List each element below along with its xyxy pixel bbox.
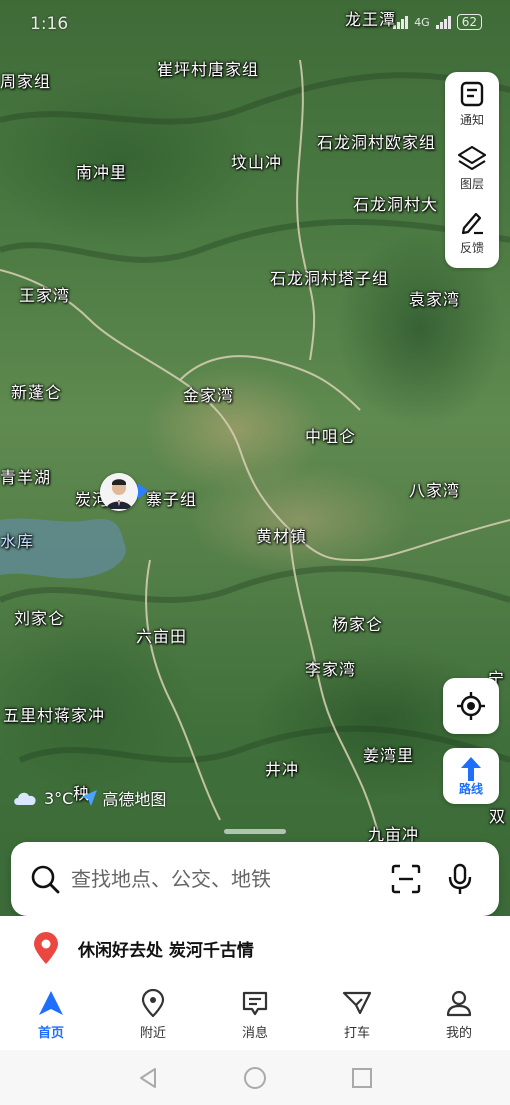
notify-label: 通知 (459, 113, 484, 127)
map-label[interactable]: 中咀仑 (305, 423, 356, 447)
map-view[interactable]: 1:16 4G 62 龙王潭 周家组 崔坪村唐家组 南冲里 坟山冲 石龙洞村欧家… (0, 0, 510, 930)
nav-messages-label: 消息 (241, 1026, 268, 1041)
nav-taxi[interactable]: 打车 (306, 980, 408, 1050)
nav-mine[interactable]: 我的 (408, 980, 510, 1050)
map-label[interactable]: 八家湾 (409, 477, 460, 501)
layers-icon (457, 145, 487, 171)
amap-logo: 高德地图 (79, 786, 166, 810)
map-label[interactable]: 石龙洞村塔子组 (270, 265, 389, 289)
weather-widget[interactable]: 3°C 高德地图 (12, 786, 166, 810)
feedback-label: 反馈 (459, 241, 484, 255)
map-label[interactable]: 黄材镇 (256, 523, 307, 547)
nav-home-label: 首页 (37, 1026, 64, 1041)
user-avatar-marker[interactable] (100, 473, 138, 511)
map-label[interactable]: 王家湾 (19, 282, 70, 306)
map-label[interactable]: 六亩田 (136, 623, 187, 647)
network-type: 4G (414, 15, 430, 29)
amap-logo-icon (81, 790, 98, 806)
home-circle-icon[interactable] (243, 1066, 267, 1090)
locate-icon (457, 692, 485, 720)
avatar-image (100, 473, 138, 511)
bottom-navigation: 首页 附近 消息 打车 我的 (0, 980, 510, 1050)
map-label[interactable]: 杨家仑 (332, 611, 383, 635)
signal-icon-2 (435, 15, 451, 29)
layers-label: 图层 (459, 177, 484, 191)
message-icon (242, 991, 268, 1016)
battery-icon: 62 (456, 14, 482, 30)
nav-nearby-label: 附近 (139, 1026, 166, 1041)
map-label[interactable]: 井冲 (265, 756, 299, 780)
map-label[interactable]: 青羊湖 (0, 464, 51, 488)
map-label[interactable]: 五里村蒋家冲 (3, 702, 105, 726)
direction-arrow-icon (138, 483, 148, 499)
system-navigation-bar (0, 1050, 510, 1105)
map-label[interactable]: 石龙洞村欧家组 (317, 129, 436, 153)
cloud-icon (14, 792, 36, 805)
map-label[interactable]: 坟山冲 (231, 149, 282, 173)
back-icon[interactable] (137, 1066, 159, 1090)
map-label[interactable]: 南冲里 (76, 159, 127, 183)
nav-messages[interactable]: 消息 (204, 980, 306, 1050)
recents-icon[interactable] (351, 1067, 373, 1089)
map-tool-panel: 通知 图层 反馈 (445, 72, 499, 268)
map-label[interactable]: 李家湾 (305, 656, 356, 680)
layers-button[interactable]: 图层 (445, 136, 499, 200)
nav-nearby[interactable]: 附近 (102, 980, 204, 1050)
map-label[interactable]: 双 (489, 803, 506, 827)
recommendation-text: 休闲好去处 炭河千古情 (78, 940, 254, 961)
map-label[interactable]: 水库 (0, 528, 34, 552)
location-pin-icon (34, 932, 58, 964)
map-label[interactable]: 金家湾 (183, 382, 234, 406)
map-label[interactable]: 石龙洞村大 (353, 191, 438, 215)
nearby-pin-icon (141, 989, 165, 1017)
map-label[interactable]: 刘家仑 (14, 605, 65, 629)
map-label[interactable]: 姜湾里 (363, 742, 414, 766)
nav-taxi-label: 打车 (343, 1026, 370, 1041)
status-indicators: 4G 62 (393, 14, 482, 30)
route-button[interactable]: 路线 (443, 748, 499, 804)
feedback-button[interactable]: 反馈 (445, 200, 499, 264)
map-label[interactable]: 崔坪村唐家组 (157, 56, 259, 80)
route-label: 路线 (458, 781, 483, 796)
temperature: 3°C (44, 788, 74, 808)
map-label[interactable]: 寨子组 (146, 486, 197, 510)
map-label[interactable]: 袁家湾 (409, 286, 460, 310)
nav-home[interactable]: 首页 (0, 980, 102, 1050)
taxi-icon (342, 991, 372, 1015)
nav-mine-label: 我的 (445, 1026, 472, 1041)
map-label[interactable]: 周家组 (0, 68, 51, 92)
locate-button[interactable] (443, 678, 499, 734)
home-arrow-icon (39, 991, 63, 1015)
route-arrow-icon (461, 756, 481, 781)
search-bar[interactable] (11, 842, 499, 916)
status-time: 1:16 (30, 14, 69, 34)
scan-icon[interactable] (391, 864, 421, 894)
search-icon (31, 865, 60, 894)
recommendation-bar[interactable]: 休闲好去处 炭河千古情 (0, 916, 510, 981)
map-label[interactable]: 新蓬仑 (11, 379, 62, 403)
user-icon (446, 990, 472, 1017)
notification-icon (460, 81, 484, 107)
edit-pencil-icon (461, 212, 483, 235)
notify-button[interactable]: 通知 (445, 72, 499, 136)
brand-name: 高德地图 (102, 790, 167, 809)
search-input[interactable] (71, 867, 371, 891)
map-label[interactable]: 龙王潭 (345, 6, 396, 30)
microphone-icon[interactable] (447, 863, 473, 895)
drag-handle[interactable] (224, 829, 286, 834)
